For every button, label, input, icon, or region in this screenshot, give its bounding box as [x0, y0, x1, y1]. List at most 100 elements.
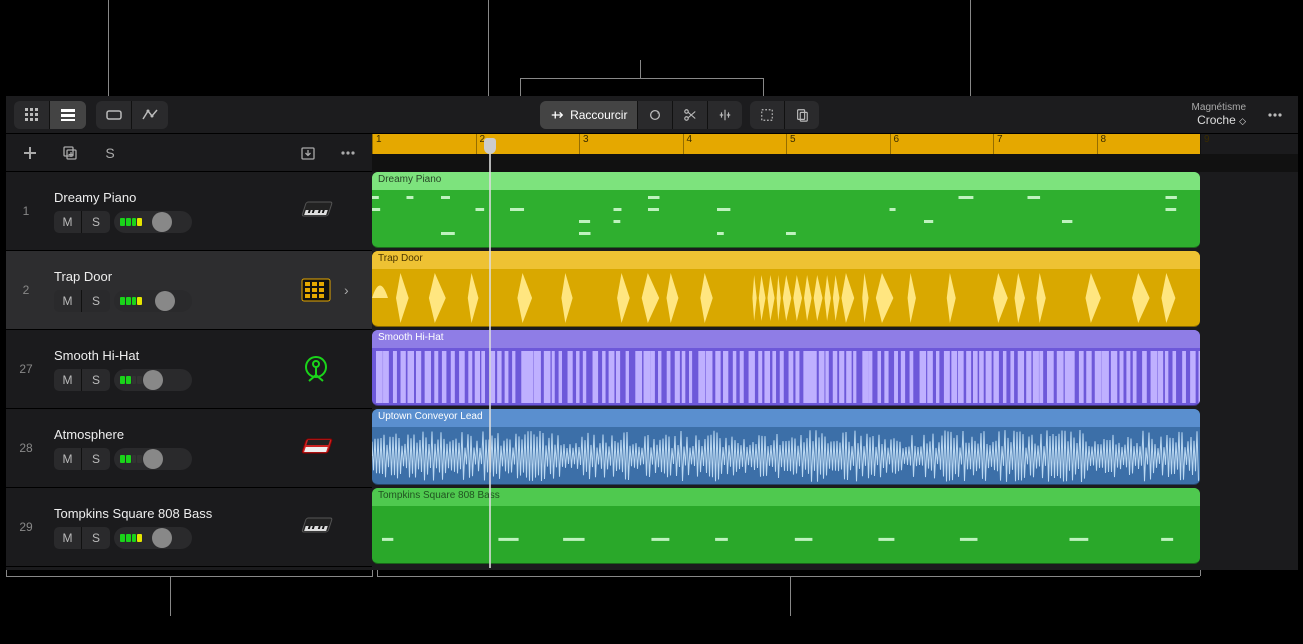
callout-line [488, 0, 489, 96]
region-content [372, 269, 1200, 326]
callout-line [763, 78, 764, 96]
track-header-toolbar: S [6, 139, 372, 167]
track-name[interactable]: Dreamy Piano [54, 190, 288, 205]
instrument-icon[interactable] [296, 516, 336, 538]
timeline-regions[interactable]: Dreamy PianoTrap DoorSmooth Hi-HatUptown… [372, 172, 1298, 570]
ruler-bar-number: 6 [890, 134, 900, 154]
callout-line [1200, 570, 1201, 576]
region[interactable]: Dreamy Piano [372, 172, 1200, 248]
mute-button[interactable]: M [54, 211, 82, 233]
track-index: 2 [6, 283, 46, 297]
region[interactable]: Trap Door [372, 251, 1200, 327]
callout-line [6, 570, 7, 576]
mute-solo-group: MS [54, 369, 110, 391]
dropdown-indicator-icon: ◇ [1239, 116, 1246, 126]
view-tracks-button[interactable] [50, 101, 86, 129]
level-meter-icon [120, 376, 142, 384]
mute-solo-group: MS [54, 448, 110, 470]
instrument-icon[interactable] [296, 437, 336, 459]
callout-line [970, 0, 971, 96]
track-name[interactable]: Tompkins Square 808 Bass [54, 506, 288, 521]
ruler-ticks [372, 154, 1298, 172]
track-header[interactable]: 2 Trap Door MS › [6, 251, 372, 330]
loop-tool-button[interactable] [638, 101, 673, 129]
duplicate-track-button[interactable] [56, 139, 84, 167]
region-content [372, 506, 1200, 563]
view-grid-button[interactable] [14, 101, 50, 129]
mute-button[interactable]: M [54, 527, 82, 549]
volume-knob[interactable] [152, 212, 172, 232]
add-track-button[interactable] [16, 139, 44, 167]
callout-line [640, 60, 641, 78]
ruler-bar-number: 5 [786, 134, 796, 154]
instrument-icon[interactable] [296, 200, 336, 222]
track-header[interactable]: 1Dreamy PianoMS [6, 172, 372, 251]
solo-button[interactable]: S [82, 290, 110, 312]
stretch-tool-button[interactable] [708, 101, 742, 129]
scissors-icon [683, 108, 697, 122]
solo-button[interactable]: S [82, 527, 110, 549]
volume-slider[interactable] [114, 290, 192, 312]
solo-button[interactable]: S [82, 448, 110, 470]
automation-icon [142, 107, 158, 123]
volume-slider[interactable] [114, 369, 192, 391]
paste-tool-button[interactable] [785, 101, 819, 129]
plus-icon [22, 145, 38, 161]
ellipsis-icon [339, 144, 357, 162]
global-solo-button[interactable]: S [96, 139, 124, 167]
region-content [372, 348, 1200, 405]
volume-slider[interactable] [114, 527, 192, 549]
ruler-bar-number: 9 [1200, 134, 1210, 154]
track-header-more-button[interactable] [334, 139, 362, 167]
callout-line [108, 0, 109, 96]
volume-slider[interactable] [114, 448, 192, 470]
automation-view-button[interactable] [132, 101, 168, 129]
instrument-icon[interactable] [296, 278, 336, 302]
tracks-icon [60, 107, 76, 123]
track-name[interactable]: Atmosphere [54, 427, 288, 442]
trim-tool-button[interactable]: Raccourcir [540, 101, 638, 129]
timeline-ruler[interactable]: 123456789 [372, 134, 1298, 172]
solo-button[interactable]: S [82, 369, 110, 391]
region-content [372, 427, 1200, 484]
volume-knob[interactable] [143, 449, 163, 469]
track-header[interactable]: 28AtmosphereMS [6, 409, 372, 488]
mute-button[interactable]: M [54, 290, 82, 312]
region[interactable]: Tompkins Square 808 Bass [372, 488, 1200, 564]
tracks-area: 1Dreamy PianoMS2Trap DoorMS›27Smooth Hi-… [6, 172, 1298, 570]
solo-button[interactable]: S [82, 211, 110, 233]
volume-knob[interactable] [155, 291, 175, 311]
track-name[interactable]: Trap Door [54, 269, 288, 284]
volume-knob[interactable] [152, 528, 172, 548]
chevron-right-icon[interactable]: › [344, 282, 362, 298]
cycle-range[interactable]: 123456789 [372, 134, 1200, 154]
region[interactable]: Uptown Conveyor Lead [372, 409, 1200, 485]
track-header[interactable]: 29Tompkins Square 808 BassMS [6, 488, 372, 567]
view-mode-group [14, 101, 86, 129]
region[interactable]: Smooth Hi-Hat [372, 330, 1200, 406]
playhead[interactable] [484, 138, 496, 154]
clipboard-icon [795, 108, 809, 122]
track-headers: 1Dreamy PianoMS2Trap DoorMS›27Smooth Hi-… [6, 172, 372, 570]
ruler-bar-number: 3 [579, 134, 589, 154]
snap-value: Croche [1197, 113, 1236, 127]
split-tool-button[interactable] [673, 101, 708, 129]
mute-button[interactable]: M [54, 369, 82, 391]
mute-solo-group: MS [54, 290, 110, 312]
volume-slider[interactable] [114, 211, 192, 233]
volume-knob[interactable] [143, 370, 163, 390]
instrument-icon[interactable] [296, 355, 336, 383]
ruler-bar-number: 8 [1097, 134, 1107, 154]
mute-button[interactable]: M [54, 448, 82, 470]
region-content [372, 190, 1200, 247]
track-header[interactable]: 27Smooth Hi-HatMS [6, 330, 372, 409]
select-tool-button[interactable] [750, 101, 785, 129]
track-name[interactable]: Smooth Hi-Hat [54, 348, 288, 363]
marquee-icon [760, 108, 774, 122]
toolbar: Raccourcir [6, 96, 1298, 134]
snap-setting[interactable]: Magnétisme Croche ◇ [1192, 102, 1250, 127]
region-view-button[interactable] [96, 101, 132, 129]
more-menu-button[interactable] [1260, 101, 1290, 129]
level-meter-icon [120, 455, 142, 463]
import-button[interactable] [294, 139, 322, 167]
